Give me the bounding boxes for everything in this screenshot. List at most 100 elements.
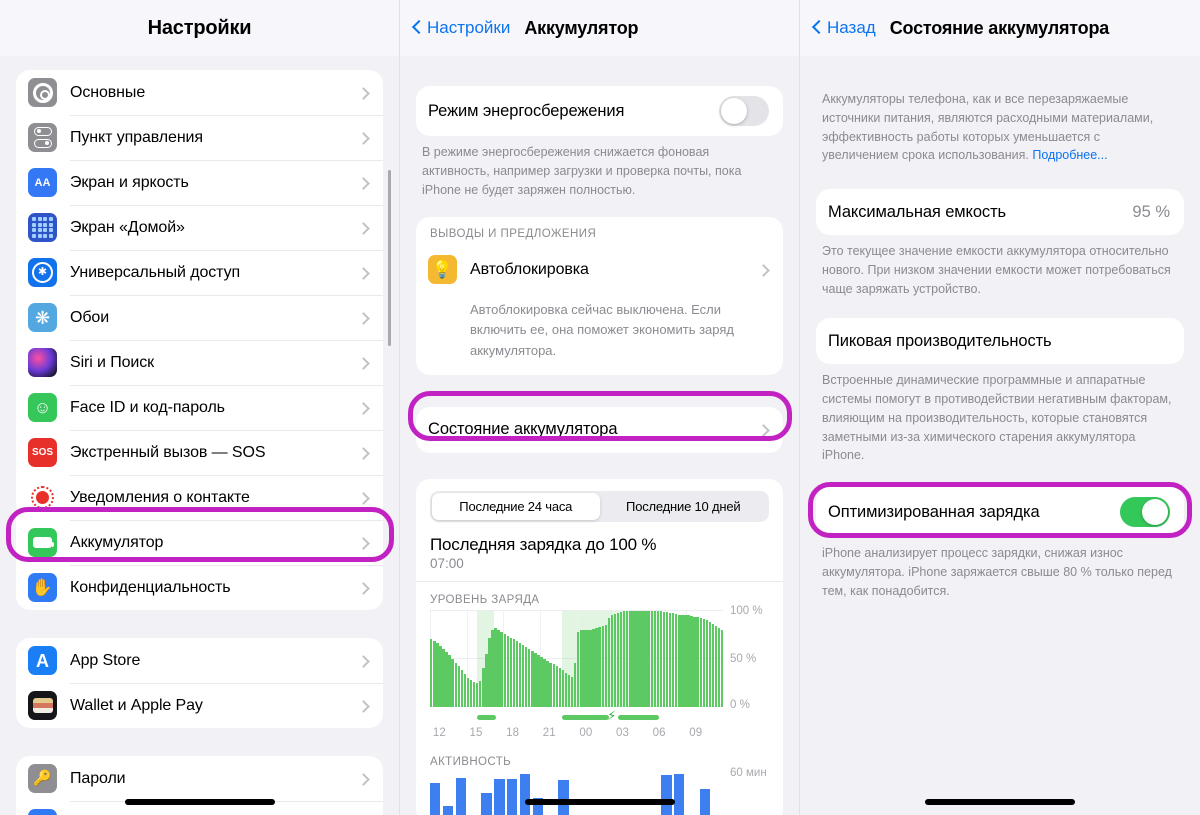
back-button[interactable]: Назад bbox=[812, 18, 876, 38]
home-indicator bbox=[925, 799, 1075, 805]
privacy-hand-icon: ✋ bbox=[28, 573, 57, 602]
chevron-right-icon bbox=[359, 355, 369, 371]
chevron-right-icon bbox=[359, 265, 369, 281]
chevron-right-icon bbox=[359, 580, 369, 596]
insights-card: ВЫВОДЫ И ПРЕДЛОЖЕНИЯ 💡 Автоблокировка Ав… bbox=[416, 217, 783, 375]
optimized-charging-row[interactable]: Оптимизированная зарядка bbox=[816, 487, 1184, 537]
max-capacity-value: 95 % bbox=[1132, 202, 1170, 221]
home-screen-icon bbox=[28, 213, 57, 242]
sidebar-item-accessibility[interactable]: Универсальный доступ bbox=[16, 250, 383, 295]
row-label: Аккумулятор bbox=[70, 533, 164, 551]
usage-period-segmented-control[interactable]: Последние 24 часа Последние 10 дней bbox=[430, 490, 769, 522]
settings-group-2: A App Store Wallet и Apple Pay bbox=[16, 638, 383, 728]
chevron-right-icon bbox=[759, 422, 769, 438]
chevron-right-icon bbox=[359, 445, 369, 461]
chevron-right-icon bbox=[359, 698, 369, 714]
x-tick-label: 18 bbox=[506, 726, 519, 739]
x-tick-label: 12 bbox=[432, 726, 446, 739]
row-label: Пиковая производительность bbox=[828, 331, 1052, 350]
autolock-row[interactable]: 💡 Автоблокировка bbox=[416, 247, 783, 292]
row-label: Основные bbox=[70, 83, 146, 101]
sidebar-item-battery[interactable]: Аккумулятор bbox=[16, 520, 383, 565]
row-label: Уведомления о контакте bbox=[70, 488, 250, 506]
chevron-left-icon bbox=[412, 19, 423, 37]
max-capacity-card: Максимальная емкость 95 % bbox=[816, 189, 1184, 235]
three-panel-screenshot: Настройки Основные Пункт управления AA Э… bbox=[0, 0, 1200, 815]
row-label: Универсальный доступ bbox=[70, 263, 241, 281]
chevron-right-icon bbox=[359, 400, 369, 416]
sidebar-item-passwords[interactable]: 🔑 Пароли bbox=[16, 756, 383, 801]
back-button[interactable]: Настройки bbox=[412, 18, 510, 38]
row-label: Режим энергосбережения bbox=[428, 101, 625, 120]
chevron-right-icon bbox=[359, 85, 369, 101]
back-label: Настройки bbox=[427, 18, 511, 37]
app-store-icon: A bbox=[28, 646, 57, 675]
sidebar-item-privacy[interactable]: ✋ Конфиденциальность bbox=[16, 565, 383, 610]
peak-performance-row: Пиковая производительность bbox=[816, 318, 1184, 364]
sidebar-item-app-store[interactable]: A App Store bbox=[16, 638, 383, 683]
x-tick-label: 06 bbox=[652, 726, 666, 739]
sidebar-item-siri-search[interactable]: Siri и Поиск bbox=[16, 340, 383, 385]
peak-performance-note: Встроенные динамические программные и ап… bbox=[822, 373, 1172, 463]
control-center-icon bbox=[28, 123, 57, 152]
sidebar-item-face-id[interactable]: ☺ Face ID и код-пароль bbox=[16, 385, 383, 430]
home-indicator bbox=[524, 799, 675, 805]
peak-performance-card: Пиковая производительность bbox=[816, 318, 1184, 365]
chevron-left-icon bbox=[812, 19, 823, 37]
row-label: Siri и Поиск bbox=[70, 353, 155, 371]
passwords-key-icon: 🔑 bbox=[28, 764, 57, 793]
last-charge-label: Последняя зарядка до 100 % bbox=[430, 534, 657, 554]
sidebar-item-emergency-sos[interactable]: SOS Экстренный вызов — SOS bbox=[16, 430, 383, 475]
row-label: Экран и яркость bbox=[70, 173, 189, 191]
activity-chart: 60 мин bbox=[430, 766, 769, 815]
panel3-navbar: Назад Состояние аккумулятора bbox=[800, 0, 1200, 56]
settings-group-3: 🔑 Пароли bbox=[16, 756, 383, 815]
panel1-scroll-area[interactable]: Основные Пункт управления AA Экран и ярк… bbox=[0, 56, 399, 815]
chevron-right-icon bbox=[359, 175, 369, 191]
insights-header: ВЫВОДЫ И ПРЕДЛОЖЕНИЯ bbox=[430, 228, 597, 241]
sidebar-item-wallpaper[interactable]: ❋ Обои bbox=[16, 295, 383, 340]
charge-level-chart-title: УРОВЕНЬ ЗАРЯДА bbox=[430, 593, 540, 606]
optimized-charging-card: Оптимизированная зарядка bbox=[816, 487, 1184, 537]
row-label: Оптимизированная зарядка bbox=[828, 502, 1040, 521]
sidebar-item-control-center[interactable]: Пункт управления bbox=[16, 115, 383, 160]
autolock-help-text: Автоблокировка сейчас выключена. Если вк… bbox=[470, 302, 734, 358]
panel2-scroll-area[interactable]: Режим энергосбережения В режиме энергосб… bbox=[400, 56, 799, 815]
vertical-scrollbar[interactable] bbox=[388, 170, 391, 346]
sidebar-item-home-screen[interactable]: Экран «Домой» bbox=[16, 205, 383, 250]
x-tick-label: 15 bbox=[469, 726, 483, 739]
charge-level-y-axis: 100 % 50 % 0 % bbox=[730, 604, 763, 711]
panel3-scroll-area[interactable]: Аккумуляторы телефона, как и все перезар… bbox=[800, 56, 1200, 815]
back-label: Назад bbox=[827, 18, 876, 37]
row-label: Пункт управления bbox=[70, 128, 203, 146]
max-capacity-row: Максимальная емкость 95 % bbox=[816, 189, 1184, 235]
panel-battery-health: Назад Состояние аккумулятора Аккумулятор… bbox=[800, 0, 1200, 815]
charging-bolt-icon: ⚡ bbox=[607, 707, 617, 723]
page-title: Аккумулятор bbox=[524, 17, 639, 38]
segment-last-24-hours[interactable]: Последние 24 часа bbox=[432, 492, 600, 520]
sidebar-item-contact-notifications[interactable]: Уведомления о контакте bbox=[16, 475, 383, 520]
segment-last-10-days[interactable]: Последние 10 дней bbox=[600, 493, 768, 520]
row-label: Face ID и код-пароль bbox=[70, 398, 225, 416]
contact-notifications-icon bbox=[28, 483, 57, 512]
optimized-charging-toggle[interactable] bbox=[1120, 497, 1170, 527]
low-power-mode-row[interactable]: Режим энергосбережения bbox=[416, 86, 783, 136]
row-label: Автоблокировка bbox=[470, 260, 589, 278]
activity-y-axis: 60 мин bbox=[730, 766, 767, 779]
battery-health-row[interactable]: Состояние аккумулятора bbox=[416, 407, 783, 453]
battery-health-intro: Аккумуляторы телефона, как и все перезар… bbox=[800, 90, 1200, 165]
low-power-mode-toggle[interactable] bbox=[719, 96, 769, 126]
panel1-navbar: Настройки bbox=[0, 0, 399, 56]
sidebar-item-display-brightness[interactable]: AA Экран и яркость bbox=[16, 160, 383, 205]
learn-more-link[interactable]: Подробнее... bbox=[1032, 148, 1107, 162]
panel2-navbar: Настройки Аккумулятор bbox=[400, 0, 799, 56]
row-label: Максимальная емкость bbox=[828, 202, 1007, 221]
autolock-bulb-icon: 💡 bbox=[428, 255, 457, 285]
accessibility-icon bbox=[28, 258, 57, 287]
sidebar-item-wallet-apple-pay[interactable]: Wallet и Apple Pay bbox=[16, 683, 383, 728]
max-capacity-note: Это текущее значение емкости аккумулятор… bbox=[822, 244, 1171, 296]
x-tick-label: 09 bbox=[689, 726, 703, 739]
display-brightness-icon: AA bbox=[28, 168, 57, 197]
sidebar-item-general[interactable]: Основные bbox=[16, 70, 383, 115]
chevron-right-icon bbox=[359, 653, 369, 669]
